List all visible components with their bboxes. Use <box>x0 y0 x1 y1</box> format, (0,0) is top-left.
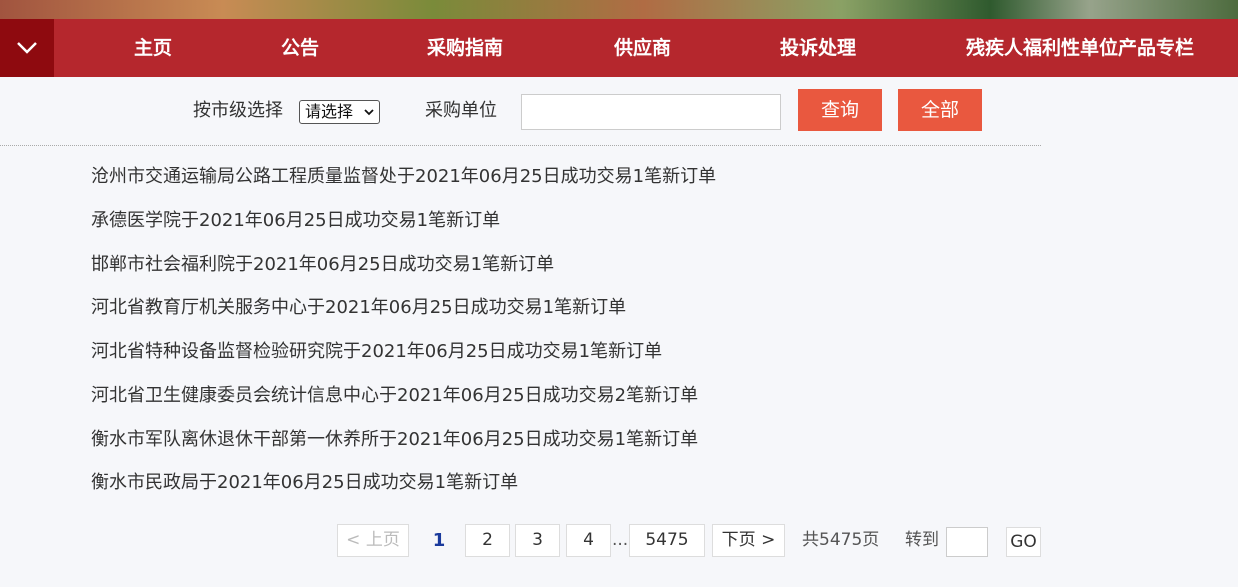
divider <box>0 145 1041 146</box>
page-3-button[interactable]: 3 <box>515 524 560 557</box>
list-item[interactable]: 河北省特种设备监督检验研究院于2021年06月25日成功交易1笔新订单 <box>91 339 662 365</box>
list-item[interactable]: 河北省教育厅机关服务中心于2021年06月25日成功交易1笔新订单 <box>91 295 626 321</box>
nav-item-disabled-products[interactable]: 残疾人福利性单位产品专栏 <box>966 19 1194 77</box>
list-item[interactable]: 河北省卫生健康委员会统计信息中心于2021年06月25日成功交易2笔新订单 <box>91 383 698 409</box>
query-button[interactable]: 查询 <box>798 89 882 131</box>
unit-input[interactable] <box>521 94 781 130</box>
nav-item-complaint[interactable]: 投诉处理 <box>780 19 856 77</box>
city-select[interactable]: 请选择 <box>299 100 380 124</box>
prev-page-button[interactable]: < 上页 <box>337 524 409 557</box>
city-select-value: 请选择 <box>305 102 354 121</box>
page-ellipsis: ... <box>612 530 629 550</box>
nav-item-home[interactable]: 主页 <box>134 19 172 77</box>
page-4-button[interactable]: 4 <box>566 524 611 557</box>
header-banner-image <box>0 0 1238 19</box>
list-item[interactable]: 承德医学院于2021年06月25日成功交易1笔新订单 <box>91 208 500 234</box>
page-2-button[interactable]: 2 <box>465 524 510 557</box>
chevron-down-icon <box>364 109 374 116</box>
go-button[interactable]: GO <box>1006 527 1041 557</box>
city-select-label: 按市级选择 <box>193 100 283 121</box>
list-item[interactable]: 邯郸市社会福利院于2021年06月25日成功交易1笔新订单 <box>91 252 554 278</box>
page-1-current[interactable]: 1 <box>424 524 454 557</box>
total-pages: 共5475页 <box>802 530 880 550</box>
jump-label: 转到 <box>905 530 939 550</box>
last-page-button[interactable]: 5475 <box>629 524 705 557</box>
nav-item-supplier[interactable]: 供应商 <box>614 19 671 77</box>
nav-menu-toggle[interactable] <box>0 19 54 77</box>
unit-label: 采购单位 <box>425 100 497 121</box>
next-page-button[interactable]: 下页 > <box>712 524 785 557</box>
main-nav: 主页 公告 采购指南 供应商 投诉处理 残疾人福利性单位产品专栏 <box>0 19 1238 77</box>
jump-page-input[interactable] <box>946 527 988 557</box>
nav-item-announcement[interactable]: 公告 <box>281 19 319 77</box>
list-item[interactable]: 衡水市民政局于2021年06月25日成功交易1笔新订单 <box>91 470 518 496</box>
chevron-down-icon <box>17 42 37 54</box>
all-button[interactable]: 全部 <box>898 89 982 131</box>
list-item[interactable]: 衡水市军队离休退休干部第一休养所于2021年06月25日成功交易1笔新订单 <box>91 427 698 453</box>
list-item[interactable]: 沧州市交通运输局公路工程质量监督处于2021年06月25日成功交易1笔新订单 <box>91 164 716 190</box>
nav-item-purchase-guide[interactable]: 采购指南 <box>427 19 503 77</box>
